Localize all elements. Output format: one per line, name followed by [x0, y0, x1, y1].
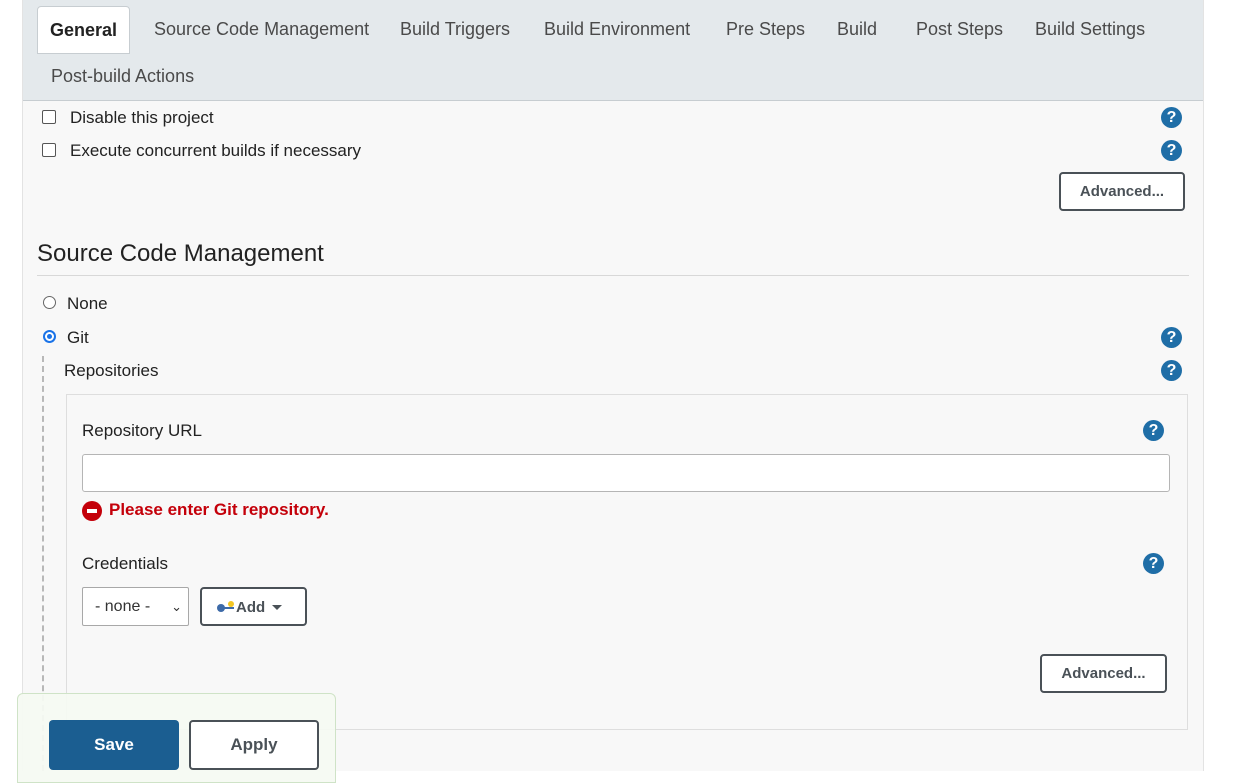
scm-git-radio[interactable] — [43, 330, 56, 343]
credentials-label: Credentials — [82, 554, 168, 573]
tab-build-environment[interactable]: Build Environment — [544, 6, 690, 52]
tab-source-code-management[interactable]: Source Code Management — [154, 6, 369, 52]
help-icon[interactable]: ? — [1143, 420, 1164, 441]
caret-down-icon — [272, 605, 282, 610]
repository-url-label: Repository URL — [82, 421, 202, 440]
help-icon[interactable]: ? — [1161, 140, 1182, 161]
concurrent-builds-checkbox[interactable] — [42, 143, 56, 157]
concurrent-builds-label: Execute concurrent builds if necessary — [70, 141, 362, 160]
help-icon[interactable]: ? — [1143, 553, 1164, 574]
chevron-down-icon: ⌄ — [171, 599, 182, 614]
scm-git-label: Git — [67, 328, 89, 347]
disable-project-label: Disable this project — [70, 108, 214, 127]
key-icon — [217, 601, 234, 612]
tab-build-triggers[interactable]: Build Triggers — [400, 6, 510, 52]
section-title-scm: Source Code Management — [37, 240, 324, 267]
help-icon[interactable]: ? — [1161, 327, 1182, 348]
repository-url-error: Please enter Git repository. — [109, 500, 329, 519]
tab-general[interactable]: General — [37, 6, 131, 54]
disable-project-checkbox[interactable] — [42, 110, 56, 124]
credentials-selected-value: - none - — [95, 598, 151, 615]
tab-post-build-actions[interactable]: Post-build Actions — [51, 53, 194, 99]
repository-advanced-button[interactable]: Advanced... — [1040, 654, 1167, 693]
tab-pre-steps[interactable]: Pre Steps — [726, 6, 805, 52]
form-action-bar: Save Apply — [17, 693, 336, 783]
help-icon[interactable]: ? — [1161, 107, 1182, 128]
tab-build-settings[interactable]: Build Settings — [1035, 6, 1145, 52]
config-tab-bar: General Source Code Management Build Tri… — [23, 0, 1203, 101]
repository-url-input[interactable] — [82, 454, 1170, 492]
section-divider — [37, 275, 1189, 276]
add-credentials-label: Add — [236, 599, 266, 616]
help-icon[interactable]: ? — [1161, 360, 1182, 381]
credentials-select[interactable]: - none - ⌄ — [82, 587, 189, 626]
add-credentials-button[interactable]: Add — [200, 587, 307, 626]
tab-build[interactable]: Build — [837, 6, 877, 52]
repository-config-panel: Repository URL ? Please enter Git reposi… — [66, 394, 1188, 730]
save-button[interactable]: Save — [49, 720, 179, 770]
scm-none-label: None — [67, 294, 108, 313]
error-icon — [82, 501, 102, 521]
apply-button[interactable]: Apply — [189, 720, 319, 770]
config-page: General Source Code Management Build Tri… — [22, 0, 1204, 771]
repositories-label: Repositories — [64, 361, 159, 380]
scm-none-radio[interactable] — [43, 296, 56, 309]
general-advanced-button[interactable]: Advanced... — [1059, 172, 1185, 211]
tab-post-steps[interactable]: Post Steps — [916, 6, 1003, 52]
